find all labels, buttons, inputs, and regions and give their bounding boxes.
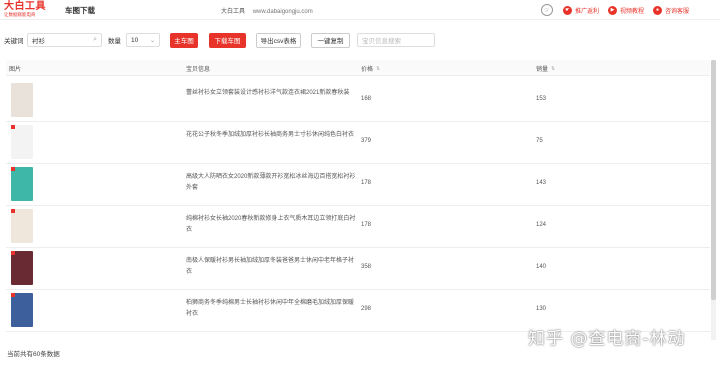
logo-subtitle: 让数据赋能电商 — [4, 12, 36, 17]
export-csv-button[interactable]: 导出csv表格 — [256, 32, 301, 48]
product-price: 168 — [361, 96, 372, 102]
tag-icon — [11, 209, 15, 213]
promo-rebate-label: 推广返利 — [575, 8, 600, 15]
search-icon[interactable]: ⌕ — [93, 36, 97, 44]
product-sales: 130 — [536, 306, 547, 312]
toolbar: 关键词 衬衫 ⌕ 数量 10 ⌄ 主车图 下载车图 导出csv表格 一键复制 宝… — [0, 32, 720, 48]
keyword-label: 关键词 — [4, 38, 24, 45]
tag-icon — [11, 167, 15, 171]
table-header: 图片 宝贝信息 价格 ⇅ 销量 ⇅ — [6, 60, 710, 76]
customer-service-label: 咨询客服 — [665, 8, 690, 15]
brand-logo[interactable]: 大白工具 让数据赋能电商 — [4, 2, 58, 18]
promo-rebate-link[interactable]: ☛ 推广返利 — [563, 5, 600, 15]
page-title: 车图下载 — [65, 6, 95, 15]
product-thumbnail[interactable] — [11, 251, 33, 285]
watermark: 知乎 @查电商-林动 — [528, 329, 686, 349]
video-tutorial-label: 视频教程 — [620, 8, 645, 15]
tag-icon — [11, 251, 15, 255]
tag-icon — [11, 125, 15, 129]
header-actions: ☞ ☛ 推广返利 ▶ 视频教程 ● 咨询客服 — [541, 3, 698, 17]
chat-icon: ● — [653, 5, 663, 15]
download-main-image-button[interactable]: 主车图 — [170, 32, 198, 48]
customer-service-link[interactable]: ● 咨询客服 — [653, 5, 690, 15]
total-count-text: 当前共有60条数据 — [7, 351, 60, 358]
product-price: 178 — [361, 180, 372, 186]
column-image: 图片 — [9, 67, 22, 73]
table-scrollbar[interactable] — [711, 60, 716, 340]
app-header: 大白工具 让数据赋能电商 车图下载 大白工具 www.dabaigongju.c… — [0, 0, 720, 20]
site-info: 大白工具 www.dabaigongju.com — [221, 6, 313, 15]
product-thumbnail[interactable] — [11, 167, 33, 201]
product-thumbnail[interactable] — [11, 83, 33, 117]
logo-text: 大白工具 — [4, 1, 46, 12]
product-price: 178 — [361, 222, 372, 228]
hand-icon: ☛ — [563, 5, 572, 15]
product-table: 图片 宝贝信息 价格 ⇅ 销量 ⇅ 蕾丝衬衫女立领套装设计感衬衫洋气款连衣裙2021… — [6, 60, 710, 340]
product-title: 高级大人防晒衣女2020新款薄款开衫宽松冰丝海边百搭宽松衬衫外套 — [186, 174, 356, 191]
tag-icon — [11, 293, 15, 297]
product-thumbnail[interactable] — [11, 293, 33, 327]
sort-icon[interactable]: ⇅ — [551, 66, 555, 72]
column-info: 宝贝信息 — [186, 67, 211, 73]
product-sales: 153 — [536, 96, 547, 102]
keyword-input[interactable]: 衬衫 ⌕ — [27, 33, 102, 47]
column-price[interactable]: 价格 ⇅ — [361, 64, 380, 74]
product-title: 蕾丝衬衫女立领套装设计感衬衫洋气款连衣裙2021新款春秋装 — [186, 90, 350, 96]
product-sales: 143 — [536, 180, 547, 186]
download-images-button[interactable]: 下载车图 — [209, 32, 246, 48]
table-row: 南极人保暖衬衫男长袖加绒加厚冬装爸爸男士休闲中老年格子衬衣 358 140 — [6, 248, 710, 290]
filter-placeholder: 宝贝信息搜索 — [362, 38, 401, 45]
product-thumbnail[interactable] — [11, 209, 33, 243]
product-title: 柏狮商务冬季纯棉男士长袖衬衫休闲中年全棉磨毛加绒加厚保暖衬衣 — [186, 300, 355, 317]
count-select[interactable]: 10 ⌄ — [126, 33, 160, 47]
product-price: 358 — [361, 264, 372, 270]
table-row: 花花公子秋冬季加绒加厚衬衫长袖商务男士寸衫休闲纯色白衬衣 379 75 — [6, 122, 710, 164]
play-icon: ▶ — [608, 5, 618, 15]
table-row: 蕾丝衬衫女立领套装设计感衬衫洋气款连衣裙2021新款春秋装 168 153 — [6, 80, 710, 122]
site-name: 大白工具 — [221, 9, 246, 15]
column-sales[interactable]: 销量 ⇅ — [536, 64, 555, 74]
video-tutorial-link[interactable]: ▶ 视频教程 — [608, 5, 645, 15]
product-thumbnail[interactable] — [11, 125, 33, 159]
chevron-down-icon: ⌄ — [149, 37, 155, 44]
hand-icon[interactable]: ☞ — [541, 4, 553, 16]
product-price: 298 — [361, 306, 372, 312]
product-title: 花花公子秋冬季加绒加厚衬衫长袖商务男士寸衫休闲纯色白衬衣 — [186, 132, 355, 138]
count-value: 10 — [131, 36, 139, 44]
site-url[interactable]: www.dabaigongju.com — [253, 9, 313, 15]
product-title: 纯棉衬衫女长袖2020春秋新款修身上衣气质木耳边立领打底白衬衣 — [186, 216, 356, 233]
product-sales: 140 — [536, 264, 547, 270]
table-row: 纯棉衬衫女长袖2020春秋新款修身上衣气质木耳边立领打底白衬衣 178 124 — [6, 206, 710, 248]
scrollbar-thumb[interactable] — [711, 60, 716, 300]
filter-search-input[interactable]: 宝贝信息搜索 — [357, 33, 435, 47]
product-price: 379 — [361, 138, 372, 144]
sort-icon[interactable]: ⇅ — [376, 66, 380, 72]
product-sales: 75 — [536, 138, 543, 144]
product-title: 南极人保暖衬衫男长袖加绒加厚冬装爸爸男士休闲中老年格子衬衣 — [186, 258, 355, 275]
copy-all-button[interactable]: 一键复制 — [311, 32, 350, 48]
table-row: 高级大人防晒衣女2020新款薄款开衫宽松冰丝海边百搭宽松衬衫外套 178 143 — [6, 164, 710, 206]
count-label: 数量 — [108, 38, 121, 45]
product-sales: 124 — [536, 222, 547, 228]
keyword-value: 衬衫 — [32, 38, 45, 45]
